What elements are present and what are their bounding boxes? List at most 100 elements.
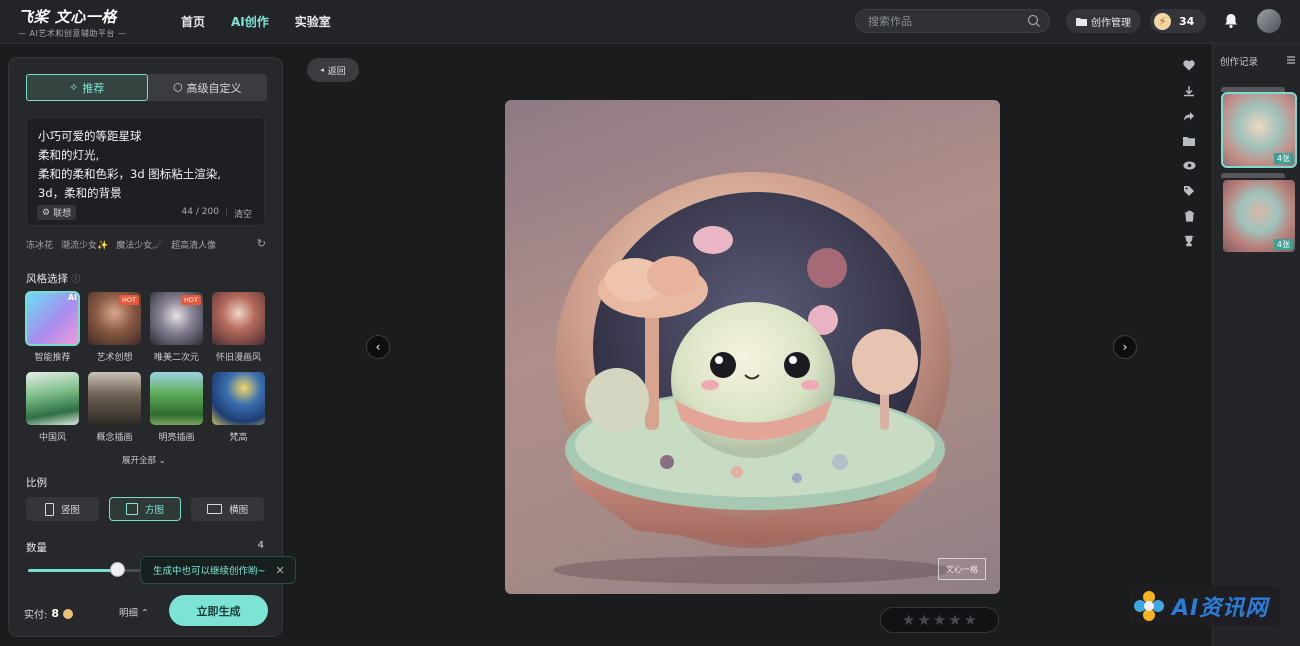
style-chinese[interactable]: 中国风 [26,372,79,443]
suggestion-tag[interactable]: 潮流少女✨ [61,238,108,251]
back-label: 返回 [327,66,346,77]
history-item[interactable]: 4张 [1221,92,1297,168]
style-concept[interactable]: 概念插画 [88,372,141,443]
search-input[interactable] [868,13,1018,29]
back-arrow-icon: ◂ [320,66,324,74]
ratio-label-text: 竖图 [60,505,80,516]
suggestion-tag[interactable]: 冻冰花 [26,238,53,251]
lightning-icon: ⚡ [1154,12,1171,30]
generated-image[interactable]: 文心一格 [505,100,1000,594]
expand-all-button[interactable]: 展开全部 ⌄ [122,454,166,466]
next-image-button[interactable]: › [1113,335,1137,359]
style-label: 风格选择 [26,273,68,285]
image-toolbar [1176,53,1202,253]
star-icon[interactable]: ★ [964,611,977,629]
details-toggle[interactable]: 明细 ⌃ [119,605,149,619]
style-anime[interactable]: HOT 唯美二次元 [150,292,203,363]
associate-icon: ⚙ [42,207,51,218]
top-header: 飞桨 文心一格 — AI艺术和创意辅助平台 — 首页 AI创作 实验室 创作管理… [0,0,1300,44]
chevron-left-icon: ‹ [375,340,381,354]
cube-icon: ⬡ [172,81,183,94]
list-view-icon[interactable] [1286,55,1296,65]
coin-icon [63,608,74,619]
nav-home[interactable]: 首页 [181,13,205,30]
ratio-label-text: 方图 [145,505,165,516]
share-icon[interactable] [1176,103,1202,128]
style-smart[interactable]: AI 智能推荐 [25,291,80,363]
history-title: 创作记录 [1220,57,1259,68]
style-thumb [88,372,141,425]
tooltip-text: 生成中也可以继续创作哟~ [153,566,266,577]
star-icon[interactable]: ★ [917,611,930,629]
credits-badge[interactable]: ⚡ 34 [1150,9,1206,33]
creation-manage-label: 创作管理 [1091,17,1131,29]
site-watermark: AI资讯网 [1130,586,1280,626]
tag-icon[interactable] [1176,178,1202,203]
ratio-square-button[interactable]: 方图 [108,497,182,521]
main-nav: 首页 AI创作 实验室 [181,13,331,30]
hot-badge: HOT [119,295,139,305]
back-button[interactable]: ◂ 返回 [307,58,359,82]
logo[interactable]: 飞桨 文心一格 — AI艺术和创意辅助平台 — [18,6,126,39]
prev-image-button[interactable]: ‹ [366,335,390,359]
prompt-textarea[interactable]: 小巧可爱的等距星球 柔和的灯光, 柔和的柔和色彩，3d 图标粘土渲染, 3d，柔… [26,117,265,226]
search-icon[interactable] [1027,14,1041,28]
close-icon[interactable]: ✕ [275,564,284,577]
creation-panel: ✧ 推荐 ⬡ 高级自定义 小巧可爱的等距星球 柔和的灯光, 柔和的柔和色彩，3d… [8,57,283,637]
style-retro-comic[interactable]: 怀旧漫画风 [212,292,265,363]
style-thumb: HOT [88,292,141,345]
style-bright[interactable]: 明亮插画 [150,372,203,443]
tab-recommend-label: 推荐 [82,81,105,95]
folder-icon [1076,17,1087,26]
image-watermark: 文心一格 [938,558,986,580]
style-van-gogh[interactable]: 梵高 [212,372,265,443]
star-rating[interactable]: ★ ★ ★ ★ ★ [880,607,999,633]
star-icon[interactable]: ★ [902,611,915,629]
portrait-icon [44,502,54,516]
style-thumb: HOT [150,292,203,345]
user-avatar[interactable] [1257,9,1281,33]
payment-info: 实付: 8 [24,606,74,621]
clear-button[interactable]: 清空 [234,207,252,220]
suggestion-tag[interactable]: 超高清人像 [171,238,216,251]
generate-button[interactable]: 立即生成 [169,595,268,626]
nav-ai-create[interactable]: AI创作 [231,13,269,30]
slider-handle[interactable] [110,562,126,577]
suggestion-tag[interactable]: 魔法少女,☄ [116,238,163,251]
style-thumb [26,372,79,425]
chevron-up-icon: ⌃ [141,608,150,619]
ratio-portrait-button[interactable]: 竖图 [26,497,99,521]
ratio-landscape-button[interactable]: 横图 [191,497,265,521]
sparkle-icon: ✧ [69,81,79,94]
style-grid: AI 智能推荐 HOT 艺术创想 HOT 唯美二次元 怀旧漫画风 中国风 概念插… [25,291,268,443]
suggestion-tags: 冻冰花 潮流少女✨ 魔法少女,☄ 超高清人像 ↻ [26,237,266,251]
checkout-bar: 实付: 8 明细 ⌃ 立即生成 [9,591,282,636]
heart-icon[interactable] [1176,53,1202,78]
history-item[interactable]: 4张 [1223,180,1295,252]
style-art[interactable]: HOT 艺术创想 [88,292,141,363]
bell-icon[interactable] [1222,12,1240,30]
info-icon[interactable]: ⓘ [71,275,80,285]
star-icon[interactable]: ★ [933,611,946,629]
associate-button[interactable]: ⚙ 联想 [37,205,77,220]
style-name: 唯美二次元 [153,353,199,363]
tab-advanced-custom[interactable]: ⬡ 高级自定义 [148,74,268,101]
prompt-text[interactable]: 小巧可爱的等距星球 柔和的灯光, 柔和的柔和色彩，3d 图标粘土渲染, 3d，柔… [38,127,258,203]
char-count: 44 / 200 [181,207,219,217]
square-icon [126,503,138,515]
trash-icon[interactable] [1176,203,1202,228]
creation-manage-button[interactable]: 创作管理 [1066,9,1141,33]
style-thumb: AI [25,291,80,346]
tab-recommend[interactable]: ✧ 推荐 [26,74,148,101]
eye-icon[interactable] [1176,153,1202,178]
download-icon[interactable] [1176,78,1202,103]
trophy-icon[interactable] [1176,228,1202,253]
nav-lab[interactable]: 实验室 [295,13,331,30]
star-icon[interactable]: ★ [948,611,961,629]
folder-icon[interactable] [1176,128,1202,153]
refresh-icon[interactable]: ↻ [257,237,266,250]
hot-badge: HOT [181,295,201,305]
watermark-text: AI资讯网 [1172,596,1269,621]
style-section-label: 风格选择 ⓘ [26,271,80,286]
tab-advanced-label: 高级自定义 [186,81,242,95]
